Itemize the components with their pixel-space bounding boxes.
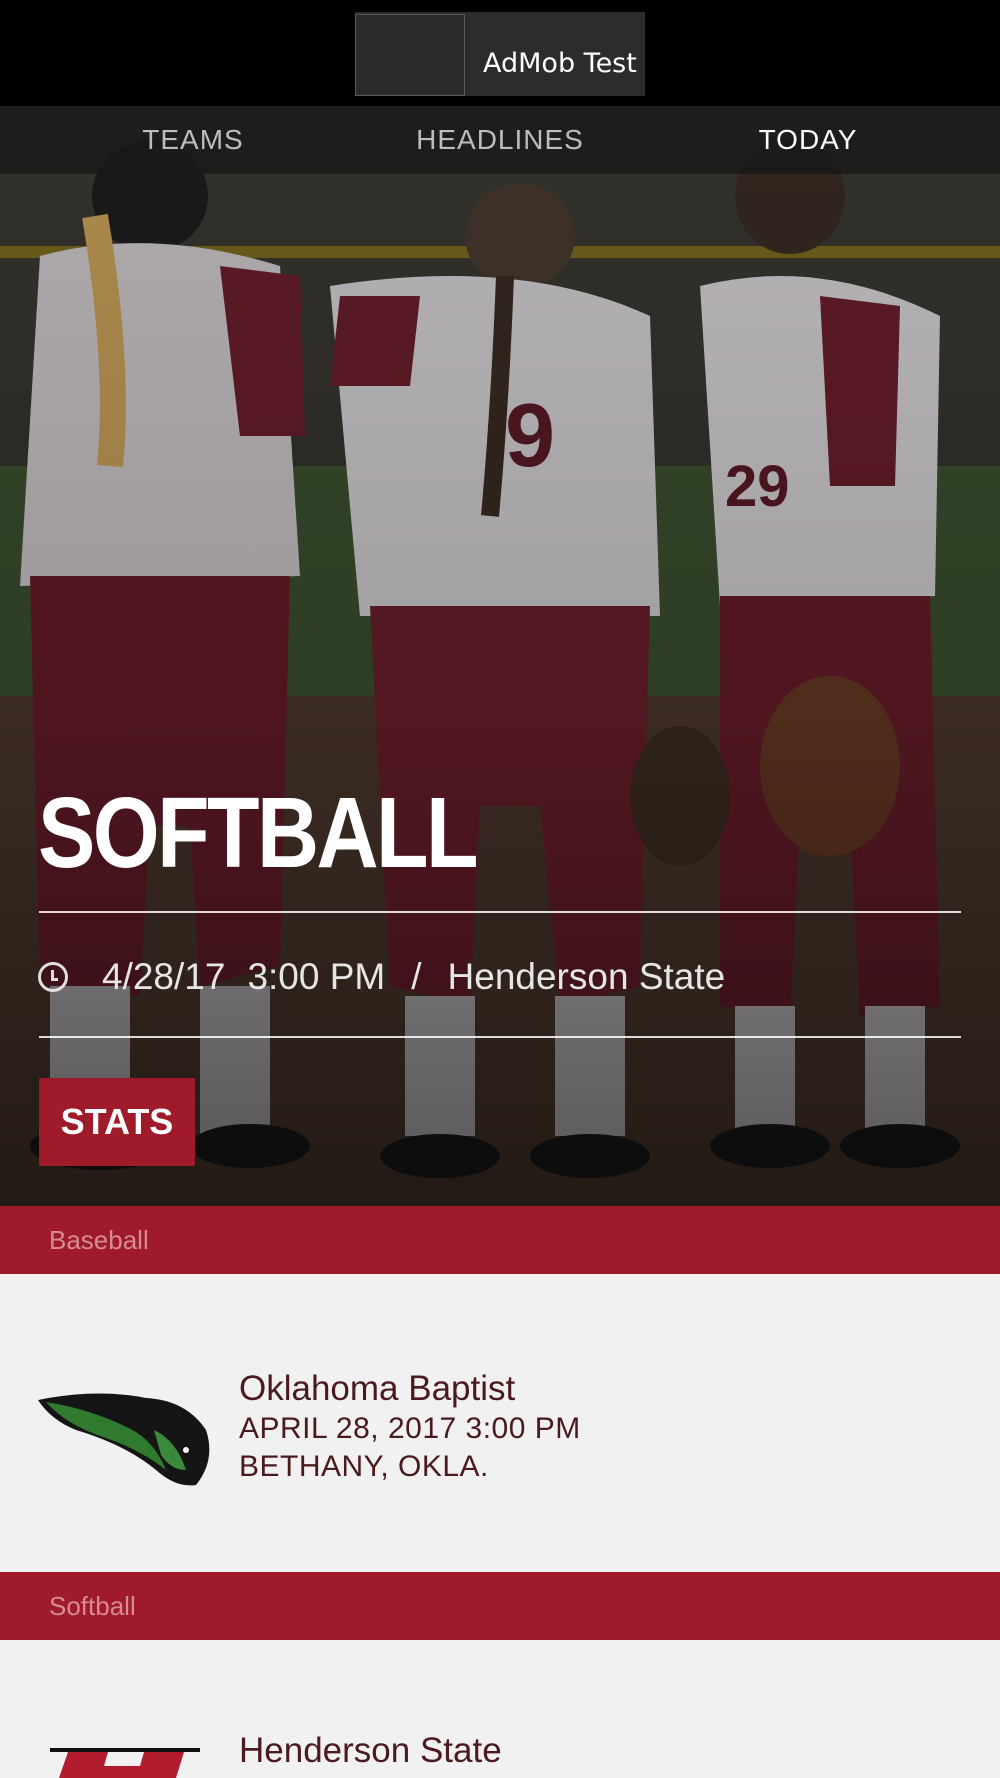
game-details: Henderson State (239, 1730, 502, 1772)
section-header-baseball: Baseball (0, 1206, 1000, 1274)
game-row-softball[interactable]: Henderson State (0, 1640, 1000, 1778)
divider-top (39, 911, 961, 913)
game-datetime: APRIL 28, 2017 3:00 PM (239, 1412, 581, 1445)
event-info: 4/28/17 3:00 PM / Henderson State (38, 950, 725, 1004)
team-huddle-photo: 9 29 (0, 106, 1000, 1206)
tab-headlines[interactable]: HEADLINES (416, 106, 584, 174)
ad-thumbnail (355, 14, 465, 96)
ad-container[interactable]: AdMob Test S (355, 12, 645, 96)
info-separator: / (411, 956, 422, 997)
divider-bottom (39, 1036, 961, 1038)
ad-label: AdMob Test S (483, 48, 645, 79)
bison-logo-icon (38, 1393, 210, 1486)
sport-title: SOFTBALL (38, 777, 479, 889)
ad-banner[interactable]: AdMob Test S (0, 0, 1000, 106)
section-header-softball: Softball (0, 1572, 1000, 1640)
game-details: Oklahoma Baptist APRIL 28, 2017 3:00 PM … (239, 1368, 581, 1486)
game-opponent: Oklahoma Baptist (239, 1369, 516, 1408)
clock-icon (38, 962, 68, 992)
stats-button[interactable]: STATS (39, 1078, 195, 1166)
hero-banner: 9 29 (0, 106, 1000, 1206)
section-title: Baseball (49, 1225, 149, 1255)
event-opponent: Henderson State (447, 956, 726, 997)
event-date: 4/28/17 (102, 956, 226, 997)
section-title: Softball (49, 1591, 136, 1621)
event-time: 3:00 PM (247, 956, 386, 997)
tab-bar: TEAMS HEADLINES TODAY (0, 106, 1000, 174)
henderson-h-logo-icon (50, 1748, 200, 1778)
game-location: BETHANY, OKLA. (239, 1450, 489, 1483)
tab-today[interactable]: TODAY (759, 106, 858, 174)
game-opponent: Henderson State (239, 1731, 502, 1770)
tab-teams[interactable]: TEAMS (142, 106, 243, 174)
game-row-baseball[interactable]: Oklahoma Baptist APRIL 28, 2017 3:00 PM … (0, 1274, 1000, 1572)
